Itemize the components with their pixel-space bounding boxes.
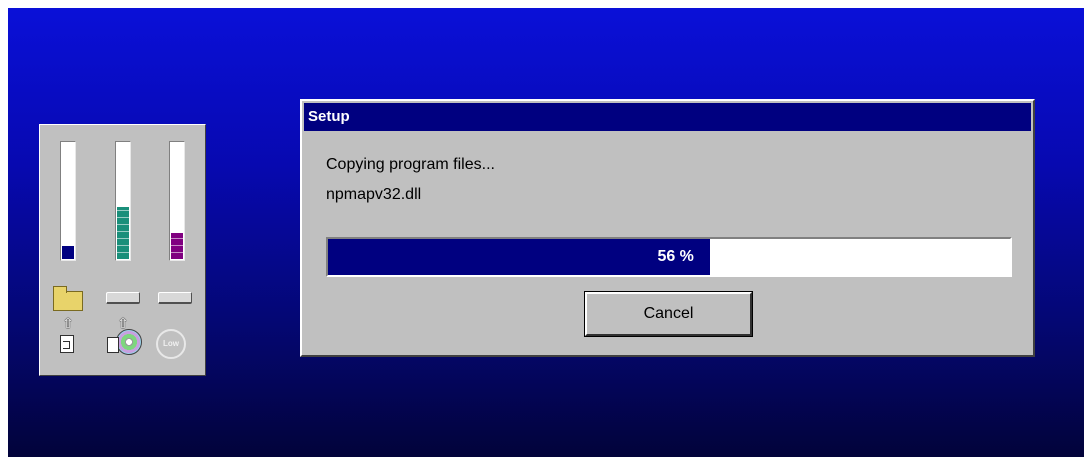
document-icon bbox=[60, 335, 74, 353]
progress-percent: 56 % bbox=[657, 248, 694, 265]
meter-cpu bbox=[169, 141, 185, 261]
folder-icon bbox=[53, 286, 83, 311]
up-arrow-icon: ⇧ bbox=[62, 315, 74, 331]
meter-cpu-fill bbox=[171, 233, 183, 259]
disk-space-meters-panel: ⇧ ⇧ Low bbox=[39, 124, 206, 376]
drive-icon bbox=[158, 292, 192, 304]
cd-icon bbox=[116, 329, 142, 355]
dialog-title: Setup bbox=[304, 103, 1031, 131]
stop-icon: Low bbox=[156, 329, 186, 359]
current-filename: npmapv32.dll bbox=[326, 186, 422, 203]
drive-icon bbox=[106, 292, 140, 304]
progress-bar: 56 % bbox=[326, 237, 1012, 277]
meter-disk-fill bbox=[62, 246, 74, 259]
stop-icon-label: Low bbox=[163, 339, 179, 348]
meter-memory-fill bbox=[117, 207, 129, 259]
desktop-background: ⇧ ⇧ Low Setup Copying program files... n… bbox=[8, 8, 1084, 457]
meter-memory bbox=[115, 141, 131, 261]
progress-bar-fill: 56 % bbox=[328, 239, 710, 275]
status-text: Copying program files... bbox=[326, 156, 495, 173]
floppy-icon bbox=[107, 337, 119, 353]
cancel-button[interactable]: Cancel bbox=[584, 291, 753, 337]
meter-disk bbox=[60, 141, 76, 261]
setup-dialog: Setup Copying program files... npmapv32.… bbox=[300, 99, 1035, 357]
